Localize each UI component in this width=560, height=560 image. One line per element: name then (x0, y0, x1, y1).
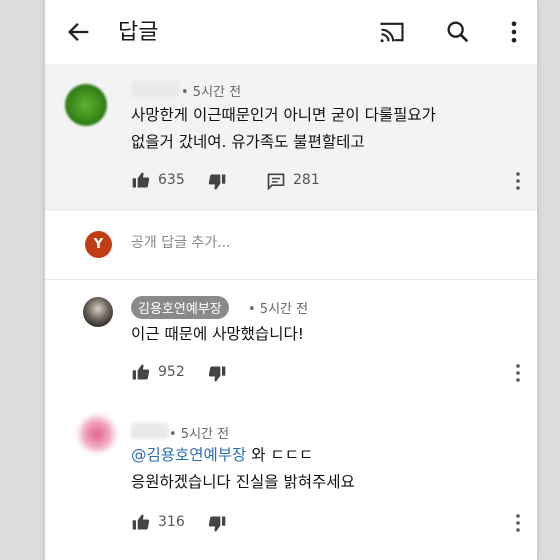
like-icon[interactable] (131, 170, 151, 190)
mention-link[interactable]: @김용호연예부장 (131, 446, 246, 464)
page-title: 답글 (118, 20, 159, 45)
comment-text-segment: 와 ㄷㄷㄷ (246, 446, 314, 464)
comment-text: 이근 때문에 사망했습니다! (131, 325, 304, 343)
add-reply-input[interactable]: 공개 답글 추가... (131, 232, 231, 252)
comment-menu-icon[interactable] (515, 363, 521, 383)
reply-screen: 답글 • 5시간 전 사망한게 이근때문인거 아니면 굳이 다룰필요가 없을거 … (45, 0, 537, 560)
comment-text-line1: 사망한게 이근때문인거 아니면 굳이 다룰필요가 (131, 106, 436, 124)
dislike-icon[interactable] (207, 172, 227, 192)
like-count: 316 (158, 514, 185, 530)
reply-icon[interactable] (266, 171, 286, 191)
avatar: Y (85, 231, 112, 258)
app-bar: 답글 (45, 0, 537, 65)
parent-comment: • 5시간 전 사망한게 이근때문인거 아니면 굳이 다룰필요가 없을거 갔네여… (45, 64, 537, 210)
author-name-redacted (131, 423, 169, 439)
comment-time: • 5시간 전 (169, 427, 230, 442)
search-icon[interactable] (444, 18, 472, 46)
back-arrow-icon[interactable] (65, 18, 93, 46)
like-count: 635 (158, 172, 185, 188)
more-vert-icon[interactable] (500, 18, 528, 46)
comment-menu-icon[interactable] (515, 171, 521, 191)
dislike-icon[interactable] (207, 514, 227, 534)
avatar[interactable] (83, 297, 113, 327)
comment-time: • 5시간 전 (248, 302, 309, 317)
cast-icon[interactable] (378, 18, 406, 46)
author-name-chip[interactable]: 김용호연예부장 (131, 296, 229, 319)
reply-count: 281 (293, 172, 320, 188)
comment-menu-icon[interactable] (515, 513, 521, 533)
avatar[interactable] (77, 414, 117, 454)
add-reply-row[interactable]: Y 공개 답글 추가... (45, 209, 537, 280)
comment-text-line2: 없을거 갔네여. 유가족도 불편할테고 (131, 133, 365, 151)
author-name-redacted (131, 81, 179, 97)
like-icon[interactable] (131, 512, 151, 532)
dislike-icon[interactable] (207, 364, 227, 384)
comment-text-line1: @김용호연예부장 와 ㄷㄷㄷ (131, 442, 313, 469)
comment-time: • 5시간 전 (181, 85, 242, 100)
like-count: 952 (158, 364, 185, 380)
like-icon[interactable] (131, 362, 151, 382)
avatar[interactable] (65, 84, 107, 126)
comment-text-line2: 응원하겠습니다 진실을 밝혀주세요 (131, 473, 355, 491)
